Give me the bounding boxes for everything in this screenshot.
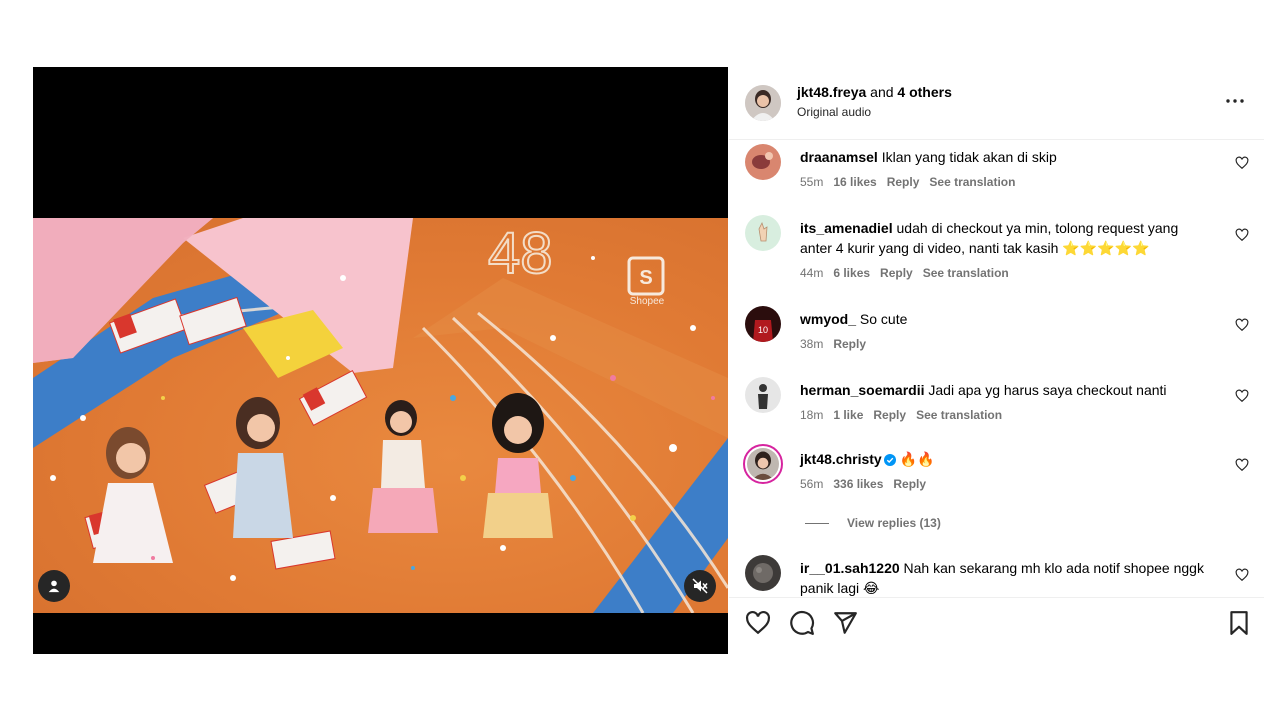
comment-username[interactable]: draanamsel [800,149,878,165]
video-scene-illustration: S Shopee 48 [33,218,728,613]
reply-button[interactable]: Reply [833,337,866,351]
comment-username[interactable]: its_amenadiel [800,220,893,236]
commenter-avatar[interactable] [745,215,781,251]
comment-text: ir__01.sah1220 Nah kan sekarang mh klo a… [800,560,1204,596]
commenter-avatar[interactable]: 10 [745,306,781,342]
bookmark-icon[interactable] [1226,610,1252,636]
comment-meta: 18m 1 like Reply See translation [800,408,1012,422]
audio-link[interactable]: Original audio [797,105,871,119]
see-translation-button[interactable]: See translation [929,175,1015,189]
see-translation-button[interactable]: See translation [923,266,1009,280]
comment-username[interactable]: jkt48.christy [800,451,882,467]
svg-text:10: 10 [758,325,768,335]
post-authors: jkt48.freya and 4 others [797,84,952,100]
comments-list[interactable]: draanamsel Iklan yang tidak akan di skip… [729,141,1264,597]
reply-button[interactable]: Reply [880,266,913,280]
user-tag-icon [48,580,60,593]
share-icon[interactable] [832,610,858,636]
commenter-avatar[interactable] [745,555,781,591]
other-authors-link[interactable]: 4 others [897,84,951,100]
reply-button[interactable]: Reply [873,408,906,422]
post-actions-bar [729,597,1264,654]
see-translation-button[interactable]: See translation [916,408,1002,422]
reply-button[interactable]: Reply [893,477,926,491]
shopee-watermark: Shopee [630,296,665,307]
author-avatar[interactable] [745,85,781,121]
comment-text: its_amenadiel udah di checkout ya min, t… [800,220,1179,256]
comment-username[interactable]: ir__01.sah1220 [800,560,900,576]
svg-text:S: S [639,267,652,289]
comment-username[interactable]: herman_soemardii [800,382,925,398]
post-video[interactable]: S Shopee 48 [33,67,728,654]
comment-text: jkt48.christy 🔥🔥 [800,451,935,467]
comment-icon[interactable] [789,610,815,636]
video-frame: S Shopee 48 [33,218,728,613]
comment-likes[interactable]: 1 like [833,408,863,422]
comment-meta: 55m 16 likes Reply See translation [800,175,1025,189]
heart-icon[interactable] [1235,389,1249,403]
comment-time[interactable]: 55m [800,175,823,189]
comment-meta: 44m 6 likes Reply See translation [800,266,1019,280]
instagram-post-modal: S Shopee 48 jkt48.freya and 4 others Ori… [0,0,1280,720]
more-options-icon [1226,99,1244,103]
number-48-watermark: 48 [488,221,553,286]
comment-likes[interactable]: 6 likes [833,266,870,280]
heart-icon[interactable] [1235,458,1249,472]
comment-meta: 56m 336 likes Reply [800,477,936,491]
comment-text: draanamsel Iklan yang tidak akan di skip [800,149,1057,165]
comment-username[interactable]: wmyod_ [800,311,856,327]
user-tag-button[interactable] [38,570,70,602]
comment-likes[interactable]: 16 likes [833,175,876,189]
comment-meta: 38m Reply [800,337,876,351]
verified-badge-icon [883,454,896,466]
commenter-avatar-story[interactable] [743,444,783,484]
mute-button[interactable] [684,570,716,602]
comment-time[interactable]: 56m [800,477,823,491]
post-details-panel: jkt48.freya and 4 others Original audio … [729,67,1264,654]
heart-icon[interactable] [1235,318,1249,332]
comment-time[interactable]: 18m [800,408,823,422]
more-options-button[interactable] [1223,89,1247,113]
heart-icon[interactable] [745,610,771,636]
reply-button[interactable]: Reply [887,175,920,189]
post-header: jkt48.freya and 4 others Original audio [729,67,1264,140]
heart-icon[interactable] [1235,228,1249,242]
view-replies-button[interactable]: View replies (13) [805,516,941,530]
commenter-avatar[interactable] [745,377,781,413]
comment-likes[interactable]: 336 likes [833,477,883,491]
commenter-avatar[interactable] [745,144,781,180]
comment-text: herman_soemardii Jadi apa yg harus saya … [800,382,1167,398]
author-username-link[interactable]: jkt48.freya [797,84,866,100]
comment-time[interactable]: 38m [800,337,823,351]
heart-icon[interactable] [1235,156,1249,170]
mute-icon [692,578,708,594]
heart-icon[interactable] [1235,568,1249,582]
comment-text: wmyod_ So cute [800,311,908,327]
comment-time[interactable]: 44m [800,266,823,280]
